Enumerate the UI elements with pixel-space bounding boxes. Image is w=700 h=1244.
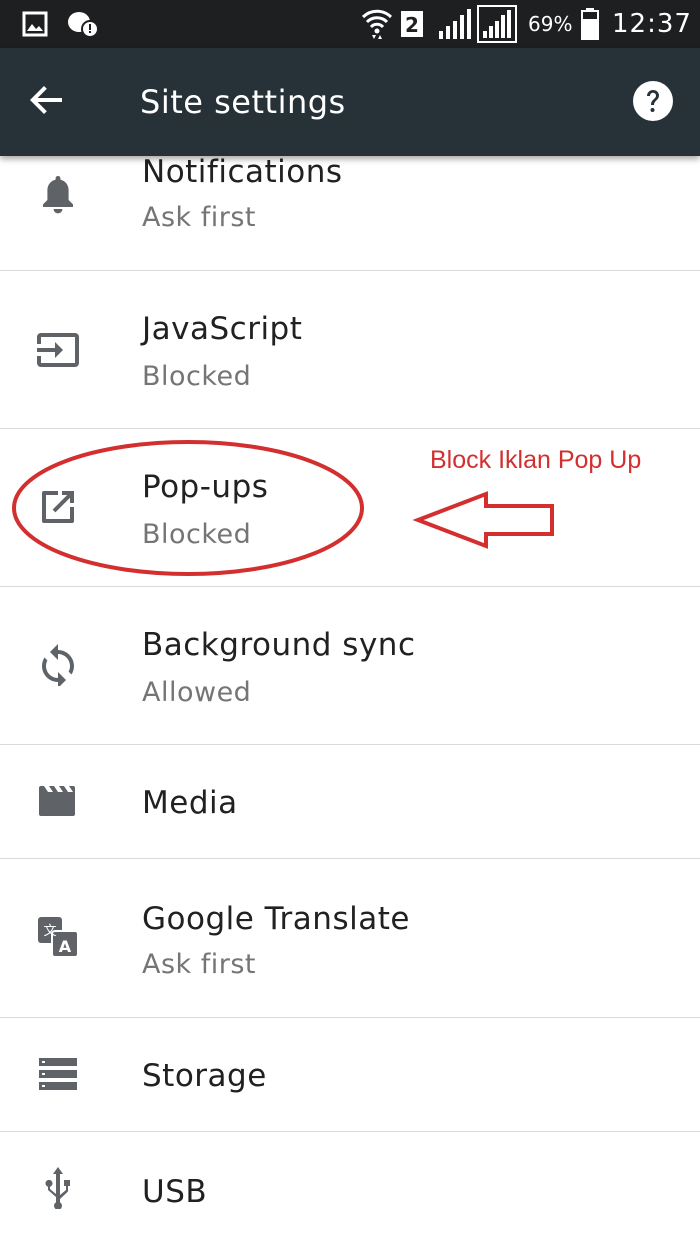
setting-title: Media xyxy=(142,785,238,821)
setting-title: JavaScript xyxy=(142,311,303,347)
help-button[interactable] xyxy=(626,76,680,130)
setting-title: USB xyxy=(142,1174,208,1210)
battery-percent: 69% xyxy=(528,12,573,36)
annotation-label: Block Iklan Pop Up xyxy=(430,446,642,474)
sim-2-icon: 2 xyxy=(398,0,426,48)
setting-row-google-translate[interactable]: 文 A Google Translate Ask first xyxy=(0,859,700,1018)
help-circle-icon xyxy=(632,80,674,126)
setting-subtitle: Blocked xyxy=(142,361,252,392)
setting-title: Google Translate xyxy=(142,901,410,937)
signal-2-icon xyxy=(476,0,518,48)
site-settings-list: Notifications Ask first JavaScript Block… xyxy=(0,0,700,1244)
setting-row-usb[interactable]: USB xyxy=(0,1132,700,1244)
setting-row-javascript[interactable]: JavaScript Blocked xyxy=(0,271,700,429)
clapperboard-icon xyxy=(20,763,96,839)
bell-icon xyxy=(20,156,96,232)
svg-text:A: A xyxy=(59,937,72,956)
sync-icon xyxy=(20,627,96,703)
back-button[interactable] xyxy=(18,74,74,130)
open-in-new-icon xyxy=(20,469,96,545)
svg-text:文: 文 xyxy=(43,924,56,939)
setting-title: Background sync xyxy=(142,627,416,663)
page-title: Site settings xyxy=(140,83,346,121)
input-arrow-icon xyxy=(20,312,96,388)
signal-1-icon xyxy=(436,0,476,48)
wifi-icon xyxy=(360,0,394,48)
setting-subtitle: Ask first xyxy=(142,202,257,233)
setting-row-media[interactable]: Media xyxy=(0,745,700,859)
setting-row-storage[interactable]: Storage xyxy=(0,1018,700,1132)
battery-icon xyxy=(578,0,602,48)
setting-title: Storage xyxy=(142,1058,267,1094)
svg-text:2: 2 xyxy=(405,13,419,37)
storage-icon xyxy=(20,1036,96,1112)
setting-subtitle: Allowed xyxy=(142,677,252,708)
messenger-icon xyxy=(66,0,100,48)
setting-title: Notifications xyxy=(142,154,343,190)
setting-subtitle: Blocked xyxy=(142,519,252,550)
setting-subtitle: Ask first xyxy=(142,949,257,980)
gallery-icon xyxy=(20,0,50,48)
status-bar: 2 69% 12:37 xyxy=(0,0,700,48)
translate-icon: 文 A xyxy=(20,899,96,975)
app-toolbar: Site settings xyxy=(0,48,700,156)
setting-row-background-sync[interactable]: Background sync Allowed xyxy=(0,587,700,745)
clock: 12:37 xyxy=(612,9,692,39)
setting-title: Pop-ups xyxy=(142,469,269,505)
usb-icon xyxy=(20,1150,96,1226)
arrow-back-icon xyxy=(29,85,63,119)
